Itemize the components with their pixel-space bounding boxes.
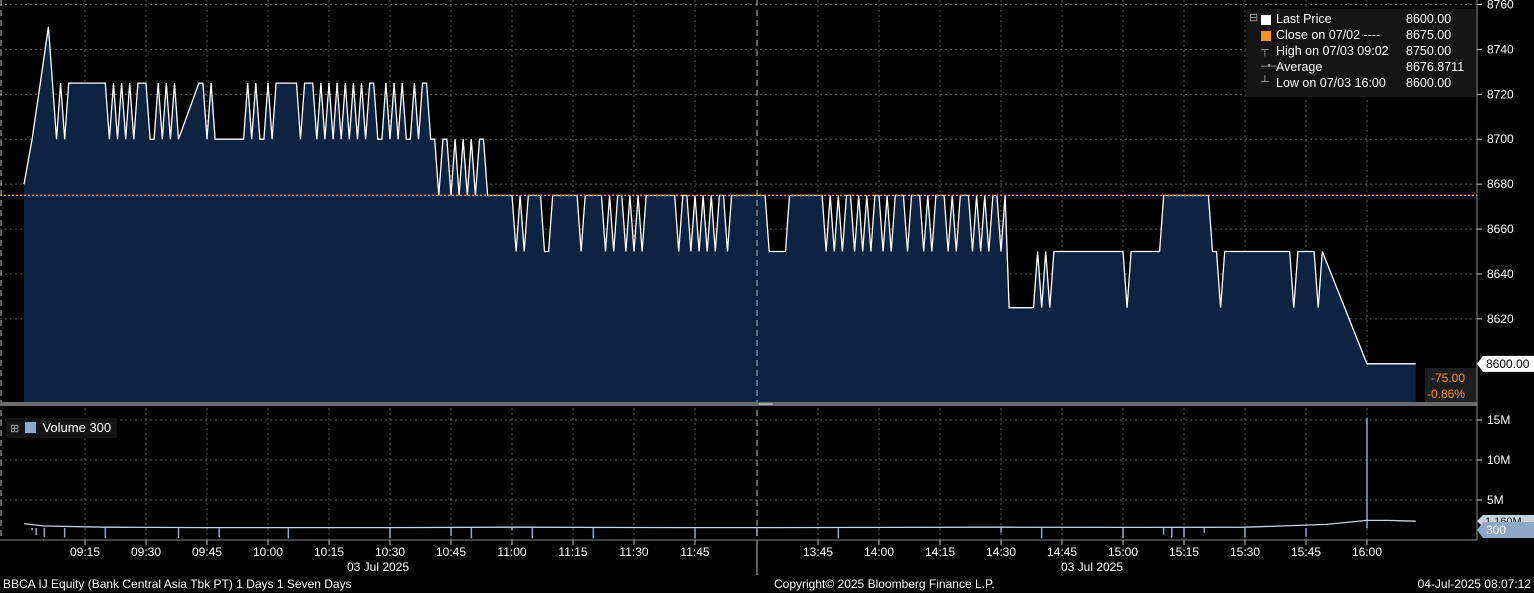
security-description: BBCA IJ Equity (Bank Central Asia Tbk PT… [3,577,352,591]
volume-moving-average [23,519,1416,529]
date-label-morning: 03 Jul 2025 [347,560,409,574]
legend-average-label: Average [1276,60,1323,74]
last-price-tag-label: 8600.00 [1486,357,1530,371]
legend-last-price-label: Last Price [1276,12,1332,26]
price-tick-label: 8620 [1487,312,1514,326]
time-tick-label: 11:00 [497,545,526,559]
price-tick-label: 8740 [1487,42,1514,56]
last-price-swatch [1261,15,1271,25]
time-tick-label: 16:00 [1352,545,1382,559]
legend-last-price-value: 8600.00 [1406,12,1452,26]
legend-prev-close-value: 8675.00 [1406,28,1452,42]
legend-prev-close: Close on 07/02 ---- 8675.00 [1246,28,1476,44]
average-marker-icon: –•– [1261,60,1278,72]
time-tick-label: 10:00 [253,545,283,559]
legend-average: –•– Average 8676.8711 [1246,60,1476,76]
time-tick-label: 14:30 [986,545,1016,559]
time-tick-label: 15:00 [1108,545,1138,559]
time-tick-label: 15:15 [1169,545,1199,559]
time-tick-label: 09:30 [131,545,161,559]
price-tick-label: 8700 [1487,132,1514,146]
expand-icon[interactable]: ⊞ [10,423,19,435]
panel-separator [0,402,1477,406]
date-label-afternoon: 03 Jul 2025 [1061,560,1123,574]
volume-tick-label: 5M [1487,493,1504,507]
prev-close-swatch [1261,31,1271,41]
time-tick-label: 14:45 [1047,545,1077,559]
low-marker-icon: ┴ [1261,76,1269,88]
copyright-text: Copyright© 2025 Bloomberg Finance L.P. [774,577,995,591]
legend-average-value: 8676.8711 [1406,60,1465,74]
time-tick-label: 10:30 [375,545,405,559]
change-abs: -75.00 [1431,371,1465,385]
volume-tick-label: 15M [1487,413,1510,427]
volume-swatch [24,422,36,433]
legend-low-value: 8600.00 [1406,76,1452,90]
time-tick-label: 15:45 [1291,545,1321,559]
time-tick-label: 10:45 [436,545,466,559]
volume-legend-label: Volume 300 [42,420,112,435]
time-tick-label: 13:45 [803,545,833,559]
time-tick-label: 09:15 [70,545,100,559]
price-tick-label: 8760 [1487,0,1514,11]
time-tick-label: 14:00 [864,545,894,559]
time-tick-label: 15:30 [1230,545,1260,559]
legend-low-label: Low on 07/03 16:00 [1276,76,1386,90]
collapse-icon[interactable]: ⊟ [1249,11,1258,24]
time-tick-label: 11:30 [619,545,648,559]
timestamp: 04-Jul-2025 08:07:12 [1417,577,1531,591]
legend-low: ┴ Low on 07/03 16:00 8600.00 [1246,76,1476,92]
legend-last-price: ⊟ Last Price 8600.00 [1246,12,1476,28]
time-tick-label: 11:45 [680,545,709,559]
time-tick-label: 14:15 [925,545,955,559]
legend-high-label: High on 07/03 09:02 [1276,44,1389,58]
time-tick-label: 11:15 [558,545,587,559]
legend-prev-close-label: Close on 07/02 ---- [1276,28,1381,42]
volume-legend: ⊞ Volume 300 [6,418,118,438]
price-tick-label: 8640 [1487,267,1514,281]
volume-last-tag-label: 300 [1486,523,1506,537]
time-tick-label: 10:15 [314,545,344,559]
price-tick-label: 8720 [1487,87,1514,101]
volume-tick-label: 10M [1487,453,1510,467]
price-tick-label: 8680 [1487,177,1514,191]
price-legend: ⊟ Last Price 8600.00 Close on 07/02 ----… [1246,9,1476,97]
high-marker-icon: ┬ [1261,44,1269,56]
change-pct: -0.86% [1427,387,1465,401]
legend-high-value: 8750.00 [1406,44,1452,58]
legend-high: ┬ High on 07/03 09:02 8750.00 [1246,44,1476,60]
price-tick-label: 8660 [1487,222,1514,236]
volume-panel [0,408,1477,540]
time-tick-label: 09:45 [192,545,222,559]
